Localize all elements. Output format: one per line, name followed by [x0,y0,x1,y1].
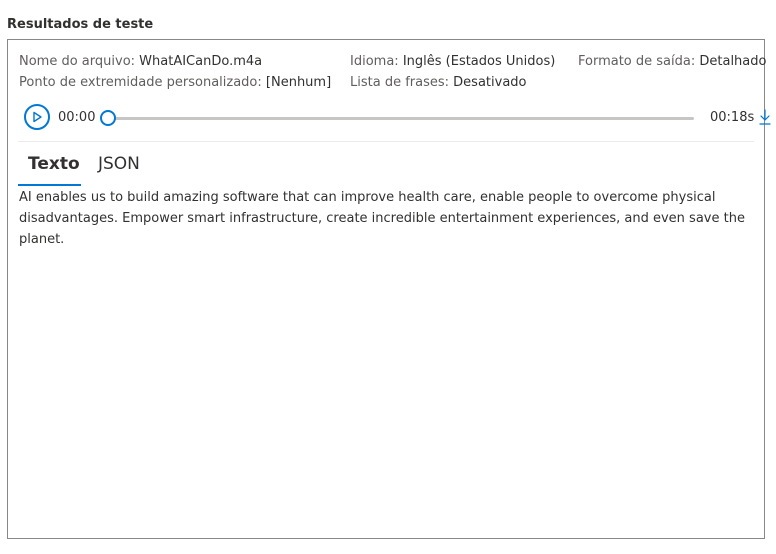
test-results-panel: Nome do arquivo: WhatAICanDo.m4a Idioma:… [7,39,771,539]
current-time: 00:00 [58,110,96,125]
phrase-list-label: Lista de frases: [350,75,450,90]
download-icon[interactable] [758,108,772,126]
output-format-meta: Formato de saída: Detalhado [578,54,766,69]
progress-track[interactable] [108,117,694,120]
tab-json[interactable]: JSON [98,154,140,174]
active-tab-indicator [18,184,81,186]
language-meta: Idioma: Inglês (Estados Unidos) [350,54,555,69]
play-button[interactable] [24,104,50,130]
play-icon [33,111,42,123]
custom-endpoint-label: Ponto de extremidade personalizado: [19,75,262,90]
transcript-text: AI enables us to build amazing software … [19,190,745,247]
language-value: Inglês (Estados Unidos) [402,54,556,69]
file-name-value: WhatAICanDo.m4a [139,54,263,69]
custom-endpoint-value: [Nenhum] [265,75,332,90]
phrase-list-value: Desativado [453,75,527,90]
file-name-label: Nome do arquivo: [19,54,136,69]
file-name-meta: Nome do arquivo: WhatAICanDo.m4a [19,54,262,69]
divider [18,141,754,142]
phrase-list-meta: Lista de frases: Desativado [350,75,527,90]
custom-endpoint-meta: Ponto de extremidade personalizado: [Nen… [19,75,331,90]
section-title: Resultados de teste [7,17,154,32]
duration: 00:18s [710,110,755,125]
output-format-label: Formato de saída: [578,54,696,69]
tab-texto[interactable]: Texto [28,154,80,174]
progress-thumb[interactable] [100,110,116,126]
output-format-value: Detalhado [699,54,767,69]
language-label: Idioma: [350,54,399,69]
audio-player: 00:00 00:18s [24,104,771,132]
